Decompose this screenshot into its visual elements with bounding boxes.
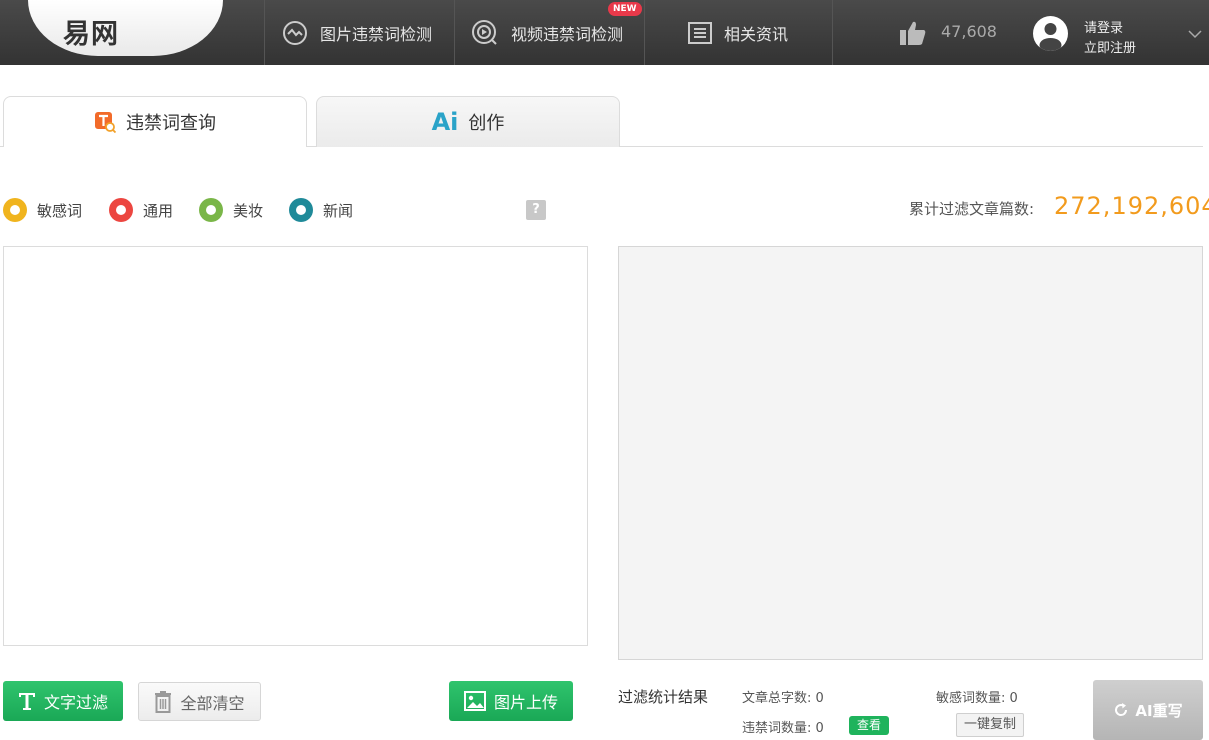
image-scan-icon bbox=[283, 20, 307, 45]
filter-result-panel bbox=[618, 246, 1203, 660]
video-scan-icon bbox=[472, 19, 497, 45]
nav-image-detection-label: 图片违禁词检测 bbox=[320, 24, 433, 44]
top-navigation-bar: 易网 图片违禁词检测 视频违禁词检测 NEW 相关资讯 47,608 请登录 立… bbox=[0, 0, 1209, 65]
sensitive-count-stat: 敏感词数量: 0 bbox=[936, 691, 1018, 706]
banned-count-stat: 违禁词数量: 0 bbox=[742, 721, 824, 736]
nav-separator bbox=[264, 0, 265, 65]
ai-icon: Ai bbox=[431, 108, 459, 136]
radio-general-label: 通用 bbox=[143, 201, 174, 220]
nav-news-label: 相关资讯 bbox=[724, 24, 789, 44]
nav-separator bbox=[644, 0, 645, 65]
filtered-count-label: 累计过滤文章篇数: bbox=[909, 200, 1035, 218]
tab-ai-creation-label: 创作 bbox=[468, 113, 505, 134]
nav-separator bbox=[832, 0, 833, 65]
nav-video-detection-label: 视频违禁词检测 bbox=[511, 24, 624, 44]
ai-rewrite-button[interactable]: AI重写 bbox=[1093, 680, 1203, 740]
avatar[interactable] bbox=[1033, 16, 1068, 51]
text-filter-button[interactable]: 文字过滤 bbox=[3, 681, 123, 721]
total-chars-stat: 文章总字数: 0 bbox=[742, 691, 824, 706]
text-t-icon bbox=[18, 693, 35, 710]
chevron-down-icon[interactable] bbox=[1188, 30, 1202, 39]
radio-news-label: 新闻 bbox=[323, 201, 354, 220]
radio-dot-icon bbox=[199, 198, 223, 222]
logo[interactable] bbox=[28, 0, 223, 56]
ai-rewrite-label: AI重写 bbox=[1135, 701, 1183, 720]
register-link[interactable]: 立即注册 bbox=[1084, 37, 1136, 56]
radio-sensitive-label: 敏感词 bbox=[37, 201, 83, 220]
text-search-icon bbox=[95, 112, 116, 133]
nav-news[interactable]: 相关资讯 bbox=[688, 0, 788, 65]
tab-banned-word-query[interactable]: 违禁词查询 bbox=[3, 96, 307, 147]
tab-ai-creation[interactable]: Ai 创作 bbox=[316, 96, 620, 147]
radio-general[interactable]: 通用 bbox=[109, 198, 173, 222]
filtered-count-value: 272,192,604 bbox=[1054, 192, 1209, 220]
radio-dot-icon bbox=[289, 198, 313, 222]
radio-beauty-label: 美妆 bbox=[233, 201, 264, 220]
trash-icon bbox=[155, 690, 172, 713]
radio-dot-icon bbox=[109, 198, 133, 222]
image-upload-button[interactable]: 图片上传 bbox=[449, 681, 573, 721]
article-input[interactable] bbox=[3, 246, 588, 646]
thumbs-up-icon[interactable] bbox=[899, 20, 927, 46]
news-list-icon bbox=[688, 21, 712, 44]
login-link[interactable]: 请登录 bbox=[1084, 17, 1123, 36]
radio-beauty[interactable]: 美妆 bbox=[199, 198, 263, 222]
radio-news[interactable]: 新闻 bbox=[289, 198, 353, 222]
refresh-icon bbox=[1115, 703, 1128, 716]
nav-image-detection[interactable]: 图片违禁词检测 bbox=[282, 0, 432, 65]
like-count: 47,608 bbox=[941, 22, 997, 41]
stats-title: 过滤统计结果 bbox=[618, 688, 709, 706]
radio-sensitive[interactable]: 敏感词 bbox=[3, 198, 82, 222]
copy-button[interactable]: 一键复制 bbox=[956, 713, 1024, 737]
clear-all-button[interactable]: 全部清空 bbox=[138, 682, 261, 721]
help-icon[interactable]: ? bbox=[526, 200, 546, 220]
image-icon bbox=[463, 691, 486, 711]
clear-all-label: 全部清空 bbox=[180, 693, 245, 713]
radio-dot-icon bbox=[3, 198, 27, 222]
nav-separator bbox=[454, 0, 455, 65]
view-button[interactable]: 查看 bbox=[849, 716, 889, 735]
image-upload-label: 图片上传 bbox=[493, 693, 558, 712]
user-icon bbox=[1039, 23, 1062, 51]
text-filter-label: 文字过滤 bbox=[43, 693, 108, 712]
logo-text: 易网 bbox=[63, 19, 119, 50]
tab-banned-word-query-label: 违禁词查询 bbox=[126, 113, 216, 134]
new-badge: NEW bbox=[608, 2, 642, 16]
nav-video-detection[interactable]: 视频违禁词检测 bbox=[471, 0, 623, 65]
